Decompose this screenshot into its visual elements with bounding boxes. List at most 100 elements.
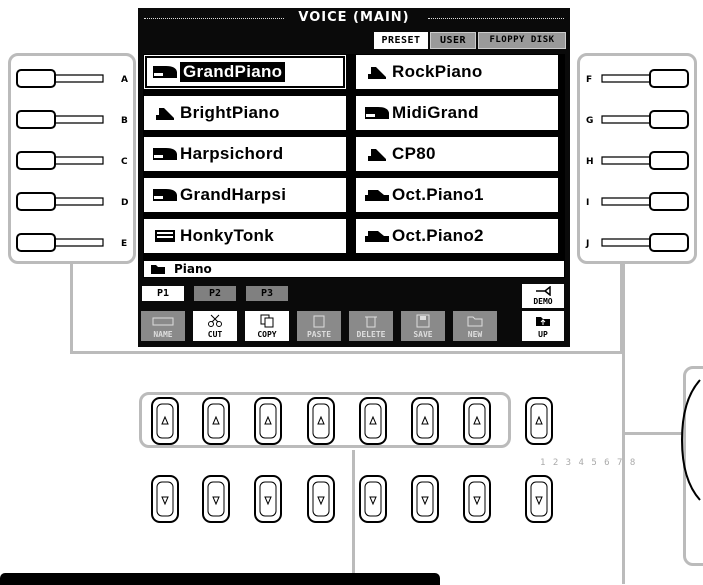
bottom-bar [0, 573, 440, 585]
voice-grandpiano[interactable]: GrandPiano [143, 54, 347, 90]
down-arrow-icon [473, 496, 481, 506]
button-j[interactable]: J [585, 233, 689, 252]
down-arrow-icon [212, 496, 220, 506]
paste-icon [313, 315, 325, 328]
new-label: NEW [467, 330, 483, 339]
connector-line [352, 450, 355, 575]
button-a[interactable]: A [16, 69, 128, 88]
connector-line [622, 260, 625, 584]
honky-tonk-icon [150, 227, 180, 245]
tab-floppy-disk[interactable]: FLOPPY DISK [478, 32, 566, 49]
upright-piano-icon [362, 63, 392, 81]
voice-list: GrandPiano BrightPiano Harpsichord Grand… [143, 54, 565, 260]
button-g[interactable]: G [586, 110, 689, 129]
voice-oct-piano1[interactable]: Oct.Piano1 [355, 177, 559, 213]
paste-button[interactable]: PASTE [297, 311, 341, 341]
page-down-button-6[interactable] [411, 475, 439, 523]
upright-piano-icon [362, 145, 392, 163]
page-tabs: P1 P2 P3 [138, 282, 570, 304]
save-icon [416, 314, 430, 328]
button-b[interactable]: B [16, 110, 128, 129]
voice-harpsichord[interactable]: Harpsichord [143, 136, 347, 172]
cut-button[interactable]: CUT [193, 311, 237, 341]
left-buttons-panel: A B C D E [8, 53, 136, 264]
page-down-button-7[interactable] [463, 475, 491, 523]
grand-piano-icon [362, 104, 392, 122]
button-i[interactable]: I [586, 192, 689, 211]
save-label: SAVE [413, 330, 433, 339]
page-down-button-5[interactable] [359, 475, 387, 523]
save-button[interactable]: SAVE [401, 311, 445, 341]
function-buttons: NAME CUT COPY PASTE DELETE SAVE NEW UP [141, 311, 567, 343]
voice-honkytonk[interactable]: HonkyTonk [143, 218, 347, 254]
button-letter: E [121, 239, 127, 249]
voice-label: GrandHarpsi [180, 185, 287, 204]
voice-cp80[interactable]: CP80 [355, 136, 559, 172]
left-buttons-art: A B C D E [16, 69, 128, 252]
button-h[interactable]: H [586, 151, 689, 170]
down-arrow-icon [535, 496, 543, 506]
button-letter: J [585, 239, 589, 249]
voice-brightpiano[interactable]: BrightPiano [143, 95, 347, 131]
voice-rockpiano[interactable]: RockPiano [355, 54, 559, 90]
page-down-button-4[interactable] [307, 475, 335, 523]
button-f[interactable]: F [586, 69, 689, 88]
page-down-button-2[interactable] [202, 475, 230, 523]
panel-diagram: A B C D E F G H I J VOICE (MAIN) PRESET USER FLO… [0, 0, 703, 585]
trumpet-icon [536, 286, 551, 296]
upright-piano-icon [150, 104, 180, 122]
trash-icon [365, 316, 377, 328]
copy-icon [260, 314, 274, 328]
grand-piano-icon [150, 63, 180, 81]
button-letter: C [121, 157, 128, 167]
down-arrow-icon [264, 496, 272, 506]
name-button[interactable]: NAME [141, 311, 185, 341]
demo-button[interactable]: DEMO [522, 284, 564, 308]
tab-page-3[interactable]: P3 [246, 286, 288, 301]
page-up-button-8[interactable] [525, 397, 553, 445]
tab-page-2[interactable]: P2 [194, 286, 236, 301]
down-arrow-icon [369, 496, 377, 506]
keyboard-icon [362, 186, 392, 204]
tab-page-1[interactable]: P1 [142, 286, 184, 301]
name-label: NAME [153, 330, 173, 339]
voice-label: RockPiano [392, 62, 483, 81]
voice-label: HonkyTonk [180, 226, 275, 245]
new-button[interactable]: NEW [453, 311, 497, 341]
upper-buttons-bracket [139, 392, 511, 448]
voice-oct-piano2[interactable]: Oct.Piano2 [355, 218, 559, 254]
page-down-button-3[interactable] [254, 475, 282, 523]
copy-label: COPY [257, 330, 277, 339]
button-e[interactable]: E [16, 233, 127, 252]
down-arrow-icon [317, 496, 325, 506]
voice-midigrand[interactable]: MidiGrand [355, 95, 559, 131]
scissors-icon [208, 314, 222, 327]
voice-label: Oct.Piano2 [392, 226, 484, 245]
grand-piano-icon [150, 145, 180, 163]
copy-button[interactable]: COPY [245, 311, 289, 341]
voice-label: GrandPiano [180, 62, 286, 82]
grand-piano-icon [150, 186, 180, 204]
voice-grandharpsi[interactable]: GrandHarpsi [143, 177, 347, 213]
button-d[interactable]: D [16, 192, 128, 211]
name-icon [152, 317, 174, 326]
tab-user[interactable]: USER [430, 32, 476, 49]
page-down-button-8[interactable] [525, 475, 553, 523]
voice-label: BrightPiano [180, 103, 280, 122]
voice-label: MidiGrand [392, 103, 479, 122]
button-letter: I [586, 198, 589, 208]
up-button[interactable]: UP [522, 311, 564, 341]
button-letter: A [121, 75, 128, 85]
paste-label: PASTE [306, 330, 332, 339]
page-down-button-1[interactable] [151, 475, 179, 523]
down-arrow-icon [421, 496, 429, 506]
tab-preset[interactable]: PRESET [374, 32, 428, 49]
screen-title: VOICE (MAIN) [298, 10, 410, 25]
demo-label: DEMO [533, 297, 553, 306]
up-label: UP [538, 330, 548, 339]
delete-button[interactable]: DELETE [349, 311, 393, 341]
button-letter: D [121, 198, 128, 208]
new-folder-icon [467, 316, 483, 327]
button-c[interactable]: C [16, 151, 128, 170]
button-number-label: 1 2 3 4 5 6 7 8 [540, 458, 637, 468]
